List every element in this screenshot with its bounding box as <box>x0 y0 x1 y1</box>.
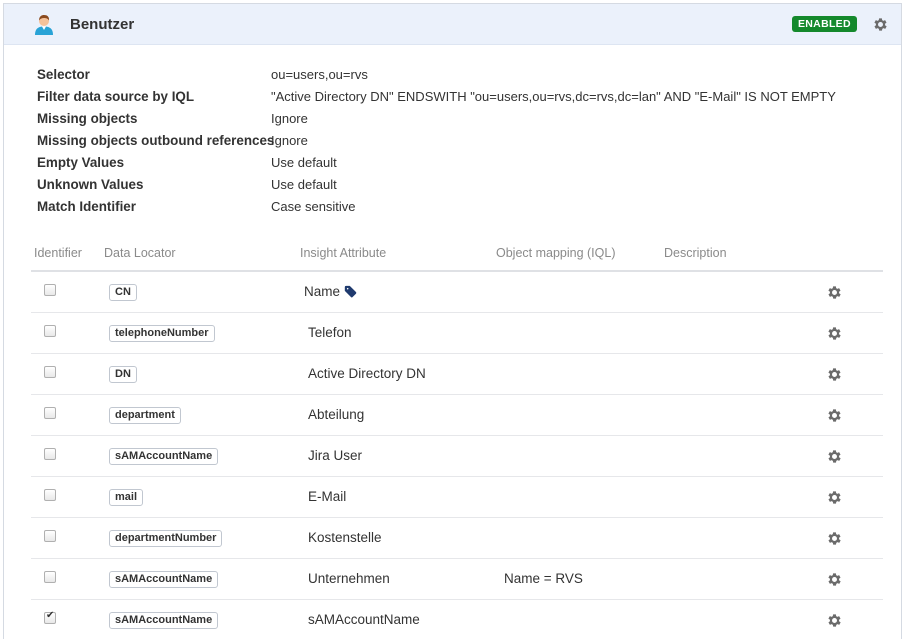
data-locator-chip: CN <box>109 284 137 301</box>
table-row: DN Active Directory DN <box>31 354 883 395</box>
insight-attribute: Kostenstelle <box>308 530 382 545</box>
column-header-insight-attribute: Insight Attribute <box>300 246 387 260</box>
insight-attribute-label: Name <box>304 284 341 299</box>
column-header-object-mapping: Object mapping (IQL) <box>496 246 616 260</box>
property-label: Empty Values <box>37 155 125 170</box>
property-label: Missing objects outbound references <box>37 133 275 148</box>
table-row: CN Name <box>31 272 883 313</box>
data-locator-chip: telephoneNumber <box>109 325 215 342</box>
gear-icon[interactable] <box>826 612 843 629</box>
property-label: Selector <box>37 67 90 82</box>
user-avatar-icon <box>33 13 55 35</box>
table-row: sAMAccountName Jira User <box>31 436 883 477</box>
insight-attribute: Unternehmen <box>308 571 390 586</box>
gear-icon[interactable] <box>826 489 843 506</box>
gear-icon[interactable] <box>826 325 843 342</box>
property-label: Filter data source by IQL <box>37 89 195 104</box>
gear-icon[interactable] <box>826 571 843 588</box>
table-row: departmentNumber Kostenstelle <box>31 518 883 559</box>
gear-icon[interactable] <box>826 366 843 383</box>
property-value: Ignore <box>271 133 308 148</box>
property-value: Case sensitive <box>271 199 356 214</box>
insight-attribute: Jira User <box>308 448 362 463</box>
identifier-checkbox[interactable] <box>44 448 56 460</box>
gear-icon[interactable] <box>826 407 843 424</box>
data-locator-chip: sAMAccountName <box>109 571 219 588</box>
property-value: Use default <box>271 155 337 170</box>
table-row: mail E-Mail <box>31 477 883 518</box>
gear-icon[interactable] <box>826 530 843 547</box>
object-mapping: Name = RVS <box>504 571 583 586</box>
data-locator-chip: sAMAccountName <box>109 612 219 629</box>
insight-attribute-label: sAMAccountName <box>308 612 420 627</box>
column-header-identifier: Identifier <box>34 246 82 260</box>
insight-attribute: E-Mail <box>308 489 346 504</box>
identifier-checkbox[interactable] <box>44 571 56 583</box>
gear-icon[interactable] <box>872 16 889 33</box>
table-row: sAMAccountName sAMAccountName <box>31 600 883 639</box>
property-value: Use default <box>271 177 337 192</box>
identifier-checkbox[interactable] <box>44 325 56 337</box>
table-row: telephoneNumber Telefon <box>31 313 883 354</box>
insight-attribute-label: Unternehmen <box>308 571 390 586</box>
data-locator-chip: sAMAccountName <box>109 448 219 465</box>
insight-attribute: Name <box>304 284 357 299</box>
property-value: Ignore <box>271 111 308 126</box>
insight-attribute-label: Abteilung <box>308 407 365 422</box>
object-type-mapping-panel: Benutzer ENABLED Selector ou=users,ou=rvs… <box>3 3 902 639</box>
column-header-description: Description <box>664 246 727 260</box>
identifier-checkbox[interactable] <box>44 489 56 501</box>
table-row: sAMAccountName Unternehmen Name = RVS <box>31 559 883 600</box>
insight-attribute-label: Jira User <box>308 448 363 463</box>
identifier-checkbox[interactable] <box>44 610 56 624</box>
panel-header: Benutzer ENABLED <box>4 4 901 45</box>
gear-icon[interactable] <box>826 284 843 301</box>
property-value: ou=users,ou=rvs <box>271 67 368 82</box>
insight-attribute: Active Directory DN <box>308 366 426 381</box>
status-badge: ENABLED <box>792 16 857 32</box>
data-locator-chip: department <box>109 407 181 424</box>
insight-attribute-label: Active Directory DN <box>308 366 426 381</box>
insight-attribute: Abteilung <box>308 407 364 422</box>
insight-attribute-label: Kostenstelle <box>308 530 382 545</box>
data-locator-chip: departmentNumber <box>109 530 223 547</box>
property-label: Unknown Values <box>37 177 144 192</box>
insight-attribute-label: E-Mail <box>308 489 347 504</box>
column-header-data-locator: Data Locator <box>104 246 176 260</box>
table-row: department Abteilung <box>31 395 883 436</box>
property-label: Match Identifier <box>37 199 136 214</box>
insight-attribute: sAMAccountName <box>308 612 420 627</box>
identifier-checkbox[interactable] <box>44 366 56 378</box>
insight-attribute-label: Telefon <box>308 325 352 340</box>
label-tag-icon <box>344 285 357 298</box>
panel-title: Benutzer <box>70 16 135 33</box>
data-locator-chip: mail <box>109 489 144 506</box>
data-locator-chip: DN <box>109 366 137 383</box>
property-value: "Active Directory DN" ENDSWITH "ou=users… <box>271 89 836 104</box>
insight-attribute: Telefon <box>308 325 352 340</box>
identifier-checkbox[interactable] <box>44 530 56 542</box>
identifier-checkbox[interactable] <box>44 407 56 419</box>
identifier-checkbox[interactable] <box>44 284 56 296</box>
gear-icon[interactable] <box>826 448 843 465</box>
property-label: Missing objects <box>37 111 138 126</box>
